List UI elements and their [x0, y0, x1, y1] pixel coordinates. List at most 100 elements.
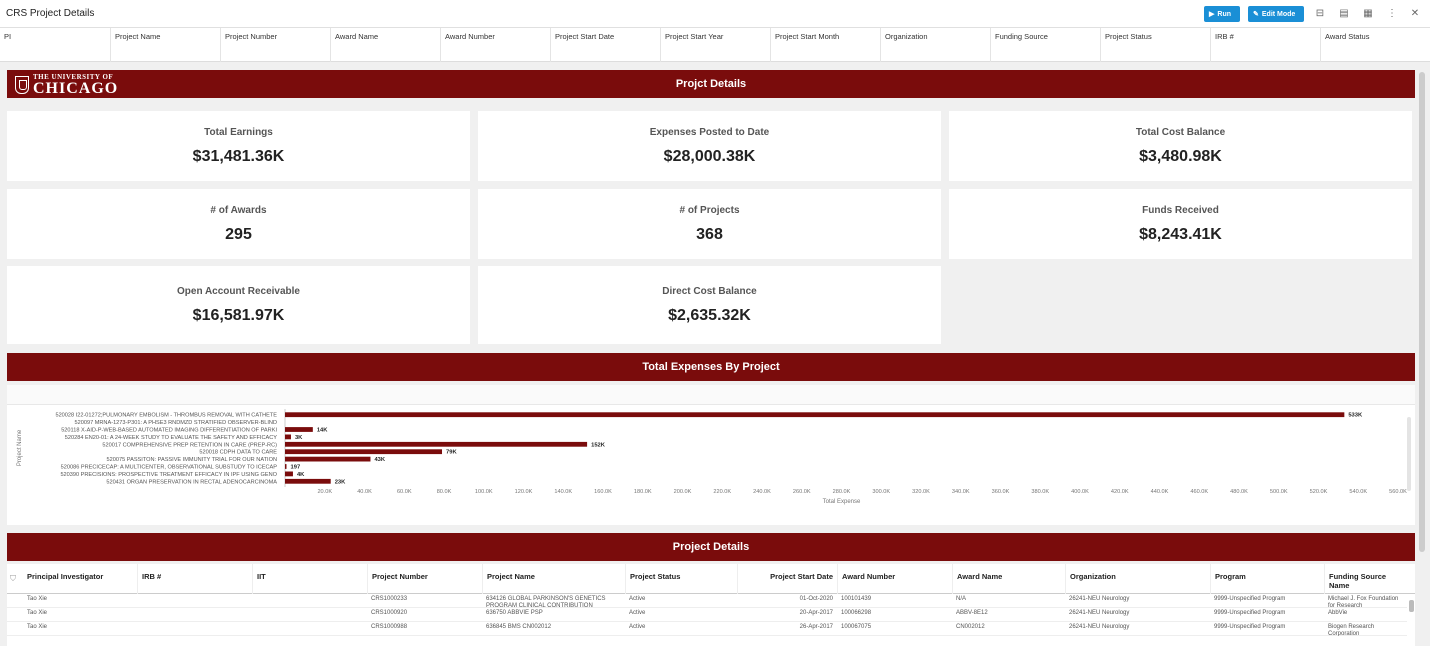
- x-tick-label: 420.0K: [1111, 489, 1129, 495]
- data-label: 79K: [446, 450, 457, 456]
- data-label: 197: [291, 465, 301, 471]
- table-cell: 100067075: [841, 624, 872, 630]
- filter-project-number[interactable]: Project Number: [220, 28, 330, 62]
- kpi-label: # of Projects: [679, 204, 740, 216]
- more-options-icon[interactable]: ⋮: [1385, 7, 1399, 21]
- filter-organization[interactable]: Organization: [880, 28, 990, 62]
- filter-pi[interactable]: PI: [0, 28, 110, 62]
- table-cell: [252, 594, 367, 608]
- filter-view-icon[interactable]: ⊟: [1313, 7, 1327, 21]
- bar: [285, 441, 588, 447]
- kpi-total-earnings: Total Earnings $31,481.36K: [7, 111, 470, 181]
- data-label: 3K: [295, 435, 303, 441]
- column-header-iit[interactable]: IIT: [252, 564, 367, 594]
- kpi-label: # of Awards: [210, 204, 267, 216]
- x-tick-label: 400.0K: [1071, 489, 1089, 495]
- table-cell: 100066298: [841, 610, 872, 616]
- category-label: 520390 PRECISIONS: PROSPECTIVE TREATMENT…: [60, 472, 277, 478]
- kpi-value: $8,243.41K: [1139, 225, 1222, 243]
- table-row[interactable]: Tao Xie CRS1000920 636750 ABBVIE PSP Active…: [7, 608, 1407, 622]
- kpi-total-cost-balance: Total Cost Balance $3,480.98K: [949, 111, 1412, 181]
- column-header-funding-source-name[interactable]: Funding Source Name: [1324, 564, 1410, 594]
- table-filter-icon[interactable]: ⛉: [10, 574, 16, 584]
- table-cell: Active: [629, 624, 646, 630]
- column-header-project-status[interactable]: Project Status: [625, 564, 737, 594]
- kpi-open-account-receivable: Open Account Receivable $16,581.97K: [7, 266, 470, 344]
- kpi-expenses-posted-to-date: Expenses Posted to Date $28,000.38K: [478, 111, 941, 181]
- filter-project-status[interactable]: Project Status: [1100, 28, 1210, 62]
- filter-project-start-month[interactable]: Project Start Month: [770, 28, 880, 62]
- chart-scrollbar[interactable]: [1407, 417, 1411, 491]
- filter-project-start-year[interactable]: Project Start Year: [660, 28, 770, 62]
- table-cell: Tao Xie: [27, 596, 48, 602]
- table-cell: 636845 BMS CN002012: [486, 624, 552, 630]
- expenses-banner: Total Expenses By Project: [7, 353, 1415, 381]
- column-header-principal-investigator[interactable]: Principal Investigator: [23, 564, 137, 594]
- project-details-table: ⛉ Principal Investigator IRB # IIT Project N…: [7, 564, 1415, 646]
- column-header-program[interactable]: Program: [1210, 564, 1324, 594]
- table-cell: 26241-NEU Neurology: [1069, 610, 1130, 616]
- bar: [285, 478, 331, 484]
- university-logo: THE UNIVERSITY OF CHICAGO: [15, 73, 118, 96]
- filter-funding-source[interactable]: Funding Source: [990, 28, 1100, 62]
- table-scrollbar[interactable]: [1409, 600, 1414, 612]
- kpi-label: Total Earnings: [204, 126, 273, 138]
- filter-award-name[interactable]: Award Name: [330, 28, 440, 62]
- table-row[interactable]: Tao Xie CRS1000988 636845 BMS CN002012 Acti…: [7, 622, 1407, 636]
- data-label: 4K: [297, 472, 305, 478]
- bar: [285, 412, 1345, 418]
- page-scrollbar[interactable]: [1419, 72, 1425, 552]
- filter-award-status[interactable]: Award Status: [1320, 28, 1430, 62]
- table-cell: CRS1000233: [371, 596, 408, 602]
- table-cell: 636750 ABBVIE PSP: [486, 610, 543, 616]
- filter-award-number[interactable]: Award Number: [440, 28, 550, 62]
- chart-panel: Project Name 520028 I22-01272;PULMONARY E…: [7, 385, 1415, 525]
- close-icon[interactable]: ✕: [1408, 7, 1422, 21]
- category-label: 520086 PRECICECAP: A MULTICENTER, OBSERV…: [61, 465, 278, 471]
- x-tick-label: 220.0K: [713, 489, 731, 495]
- column-header-project-start-date[interactable]: Project Start Date: [737, 564, 837, 594]
- x-tick-label: 300.0K: [872, 489, 890, 495]
- kpi-num-of-projects: # of Projects 368: [478, 189, 941, 259]
- edit-mode-button[interactable]: ✎ Edit Mode: [1248, 6, 1304, 22]
- calendar-icon[interactable]: ▦: [1361, 7, 1375, 21]
- category-label: 520118 X-AID-P-WEB-BASED AUTOMATED IMAGI…: [61, 428, 277, 434]
- filter-irb[interactable]: IRB #: [1210, 28, 1320, 62]
- chart-toolbar: [7, 385, 1415, 405]
- data-label: 533K: [1348, 413, 1363, 419]
- bar: [285, 427, 313, 432]
- x-tick-label: 500.0K: [1270, 489, 1288, 495]
- run-button[interactable]: ▶ Run: [1204, 6, 1240, 22]
- filter-project-start-date[interactable]: Project Start Date: [550, 28, 660, 62]
- column-header-project-number[interactable]: Project Number: [367, 564, 482, 594]
- column-header-organization[interactable]: Organization: [1065, 564, 1210, 594]
- x-tick-label: 80.0K: [437, 489, 452, 495]
- expenses-bar-chart: Project Name 520028 I22-01272;PULMONARY E…: [17, 409, 1407, 505]
- top-banner: THE UNIVERSITY OF CHICAGO Projct Details: [7, 70, 1415, 98]
- data-label: 23K: [335, 479, 346, 485]
- table-cell: N/A: [956, 596, 967, 602]
- x-tick-label: 280.0K: [833, 489, 851, 495]
- column-header-award-name[interactable]: Award Name: [952, 564, 1065, 594]
- filter-project-name[interactable]: Project Name: [110, 28, 220, 62]
- x-tick-label: 120.0K: [515, 489, 533, 495]
- column-header-irb-num[interactable]: IRB #: [137, 564, 252, 594]
- y-axis-title: Project Name: [17, 429, 23, 466]
- shield-icon: [15, 76, 29, 94]
- table-row[interactable]: Tao Xie CRS1000233 634126 GLOBAL PARKINSON…: [7, 594, 1407, 608]
- table-cell: AbbVie: [1328, 610, 1348, 616]
- table-cell: CRS1000920: [371, 610, 408, 616]
- x-tick-label: 540.0K: [1349, 489, 1367, 495]
- category-label: 520017 COMPREHENSIVE PREP RETENTION IN C…: [102, 442, 277, 448]
- table-cell: [252, 608, 367, 622]
- column-header-award-number[interactable]: Award Number: [837, 564, 952, 594]
- data-label: 43K: [374, 457, 385, 463]
- column-header-project-name[interactable]: Project Name: [482, 564, 625, 594]
- x-tick-label: 340.0K: [952, 489, 970, 495]
- table-cell: 26241-NEU Neurology: [1069, 624, 1130, 630]
- document-icon[interactable]: ▤: [1337, 7, 1351, 21]
- category-label: 520097 MRNA-1273-P301: A PHSE3 RNDMZD ST…: [75, 420, 277, 426]
- table-cell: 100101439: [841, 596, 872, 602]
- kpi-label: Expenses Posted to Date: [649, 126, 770, 138]
- bar: [285, 464, 287, 469]
